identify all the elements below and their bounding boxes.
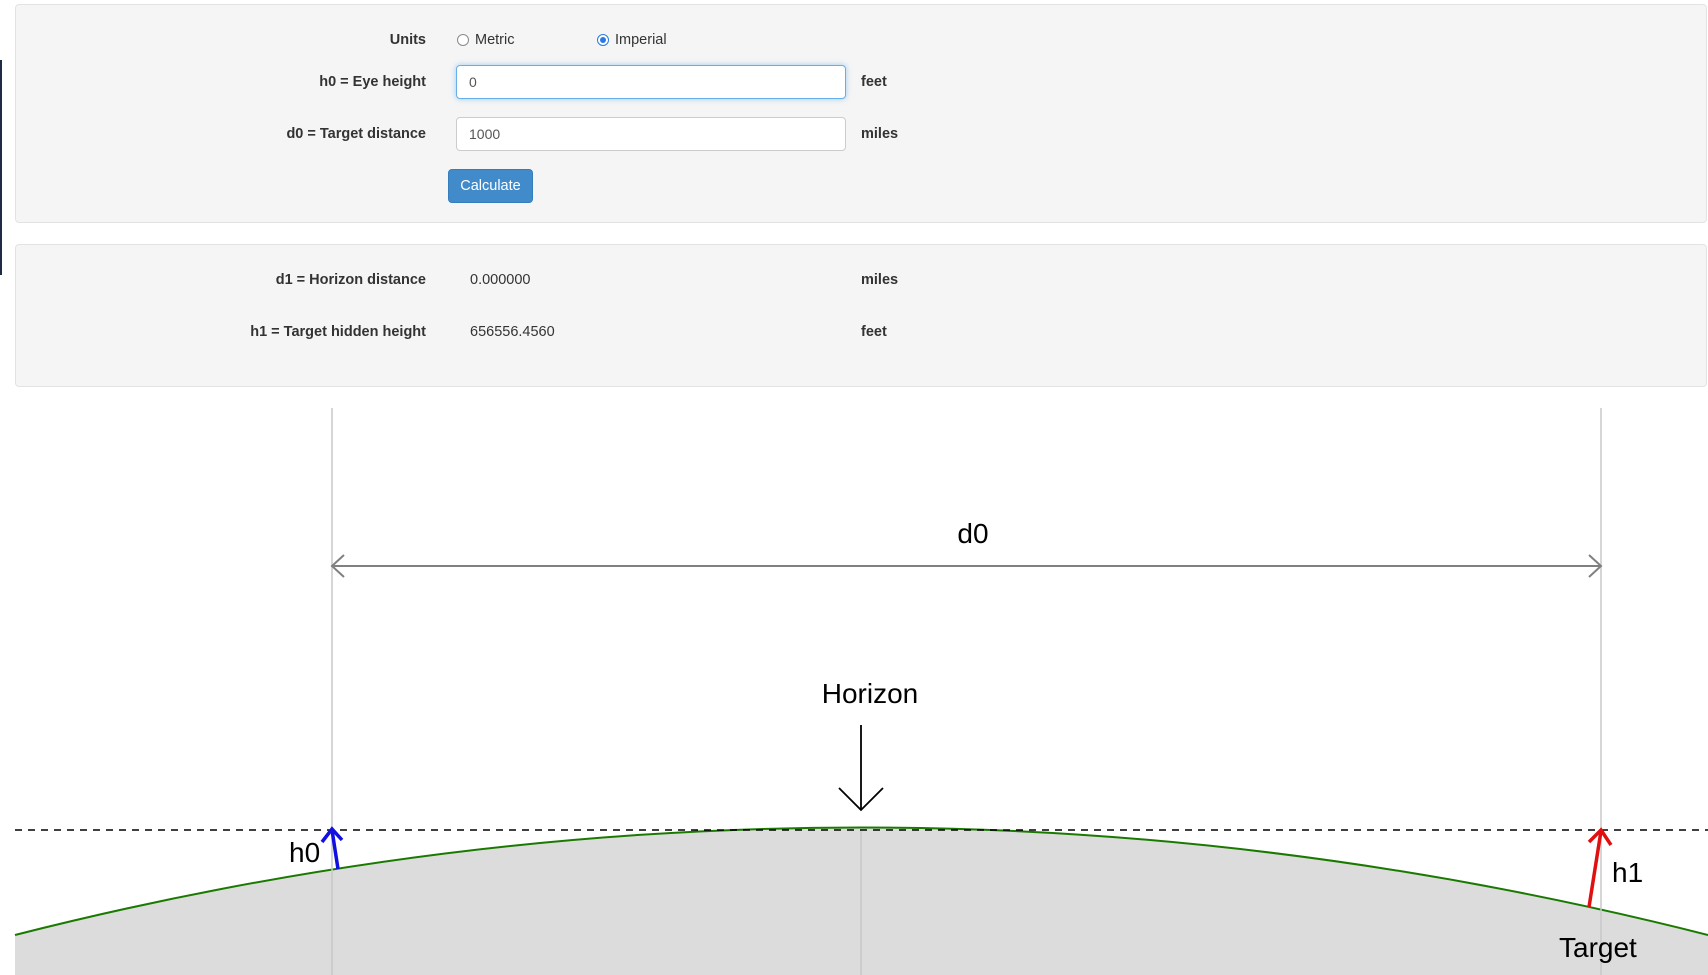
h0-label: h0 bbox=[289, 837, 320, 868]
d0-label: d0 bbox=[957, 518, 988, 549]
horizon-label: Horizon bbox=[822, 678, 918, 709]
curvature-diagram: d0 Horizon h0 h1 Target bbox=[14, 408, 1708, 975]
target-label: Target bbox=[1559, 932, 1637, 963]
page: Units Metric Imperial h0 = Eye height 0 … bbox=[0, 0, 1708, 975]
h1-label: h1 bbox=[1612, 857, 1643, 888]
